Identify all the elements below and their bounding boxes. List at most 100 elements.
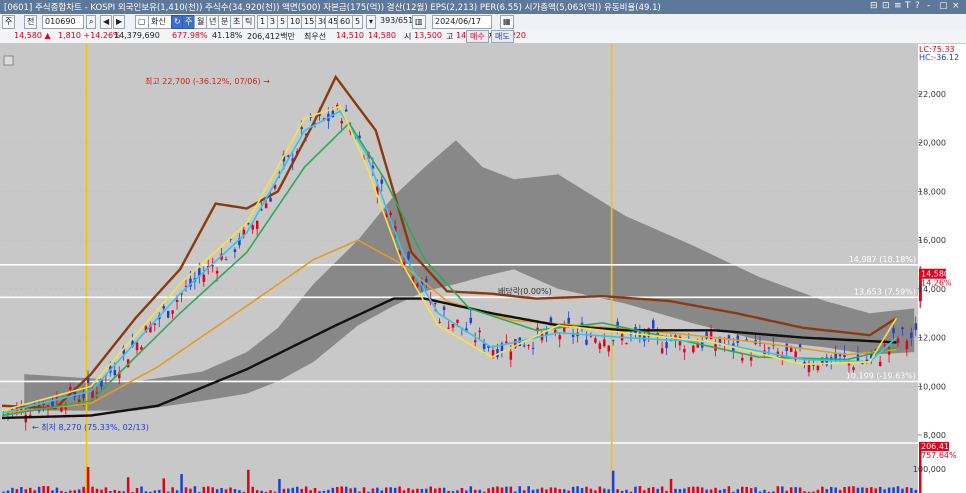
mode-select[interactable]: 주 — [2, 15, 16, 29]
interval-custom[interactable]: 5 — [352, 15, 364, 29]
sell-button[interactable]: 매도 — [491, 30, 514, 43]
layout-icon[interactable]: ⊟ — [870, 1, 878, 11]
volume-bar — [669, 478, 673, 493]
y-tick-label: 8,000 — [923, 431, 946, 440]
volume-bar — [536, 489, 539, 493]
chevron-down-icon[interactable]: ▾ — [366, 15, 377, 29]
volume-bar — [29, 487, 32, 493]
volume-bar — [887, 487, 891, 493]
volume-tag-text: 206,412 — [921, 442, 954, 451]
volume-bar — [95, 488, 99, 493]
help-icon[interactable]: ? — [915, 1, 920, 11]
calendar-icon[interactable]: ▦ — [500, 15, 514, 29]
volume-bar — [580, 488, 584, 493]
candle-body — [883, 344, 886, 346]
candle-body — [727, 335, 731, 339]
volume-bar — [910, 487, 913, 493]
volume-bar — [705, 489, 708, 493]
volume-bar — [901, 488, 904, 493]
minimize-button[interactable]: - — [927, 1, 930, 11]
panel-menu-icon[interactable] — [3, 55, 14, 66]
volume-bar — [830, 486, 833, 493]
candle-body — [113, 370, 117, 376]
close-button[interactable]: × — [952, 1, 960, 11]
volume-bar — [340, 486, 343, 493]
candle-body — [416, 283, 419, 287]
candle-body — [340, 120, 343, 124]
candle-body — [300, 127, 303, 130]
interval-60[interactable]: 60 — [337, 15, 354, 29]
volume-bar — [491, 487, 495, 493]
volume-bar — [683, 488, 686, 493]
volume-bar — [652, 487, 655, 493]
period-select[interactable]: 전 — [24, 15, 38, 29]
candle-body — [407, 251, 410, 260]
candle-body — [269, 197, 272, 202]
volume-bar — [104, 487, 108, 493]
current-price: 14,580 ▲ — [14, 31, 51, 40]
volume-bar — [496, 486, 499, 493]
best-ask: 14,510 — [336, 31, 364, 40]
candle-body — [451, 323, 455, 328]
title-bar: [0601] 주식종합차트 - KOSPI 외국인보유(1,410(천)) 주식… — [0, 0, 966, 14]
chart-type-icon[interactable]: ▥ — [412, 15, 426, 29]
volume-bar — [469, 486, 473, 493]
candle-body — [901, 327, 904, 330]
candle-body — [665, 342, 668, 349]
font-icon[interactable]: T — [905, 1, 911, 11]
candle-body — [896, 338, 900, 344]
volume-bar — [349, 488, 352, 493]
volume-bar — [660, 486, 664, 493]
candle-body — [598, 343, 602, 349]
volume-bar — [416, 488, 419, 493]
candle-body — [478, 330, 481, 333]
volume-bar — [834, 487, 837, 493]
candle-body — [603, 339, 606, 347]
candle-body — [558, 335, 562, 340]
volume-bar — [162, 478, 165, 493]
bar-count: 393/651 — [380, 16, 414, 25]
volume-bar — [794, 487, 797, 493]
open-price: 13,500 — [414, 31, 442, 40]
price-change: 1,810 +14.26% — [58, 31, 121, 40]
candle-body — [153, 323, 157, 325]
candle-body — [82, 393, 85, 399]
current-price-tag-text: 14,580 — [921, 270, 949, 279]
volume-bar — [709, 489, 713, 493]
open-label: 시 — [404, 32, 412, 41]
next-arrow-icon[interactable]: ▶ — [113, 15, 126, 29]
flag-icon[interactable]: ▢ — [135, 15, 149, 29]
candle-body — [816, 365, 820, 371]
search-icon[interactable]: ⌕ — [86, 15, 97, 29]
volume-bar — [509, 486, 513, 493]
volume-bar — [607, 489, 610, 493]
prev-arrow-icon[interactable]: ◀ — [100, 15, 113, 29]
candle-body — [175, 299, 179, 303]
maximize-button[interactable]: ▢ — [939, 1, 948, 11]
volume-bar — [896, 486, 900, 493]
candle-body — [442, 306, 446, 310]
date-input[interactable]: 2024/06/17 — [432, 15, 492, 29]
volume-bar — [389, 487, 392, 493]
volume-bar — [554, 487, 557, 493]
volume-bar — [563, 489, 566, 493]
menu-icon[interactable]: ≡ — [894, 1, 902, 11]
candle-body — [892, 327, 895, 334]
buy-button[interactable]: 매수 — [466, 30, 489, 43]
window-icon[interactable]: ⊡ — [882, 1, 890, 11]
volume-bar — [611, 470, 615, 493]
candle-body — [482, 343, 486, 349]
candle-body — [531, 347, 535, 349]
stock-code-input[interactable]: 010690 — [42, 15, 84, 29]
volume-bar — [184, 487, 188, 493]
volume-bar — [247, 469, 250, 493]
volume-bar — [442, 487, 446, 493]
volume-bar — [207, 486, 210, 493]
volume-bar — [789, 487, 793, 493]
y-axis-bg — [918, 44, 966, 493]
tf-tick[interactable]: 틱 — [242, 15, 256, 29]
support-line-label: 14,987 (18.18%) — [849, 255, 916, 264]
candle-body — [852, 367, 855, 370]
candle-body — [69, 386, 72, 390]
candle-body — [171, 310, 174, 314]
